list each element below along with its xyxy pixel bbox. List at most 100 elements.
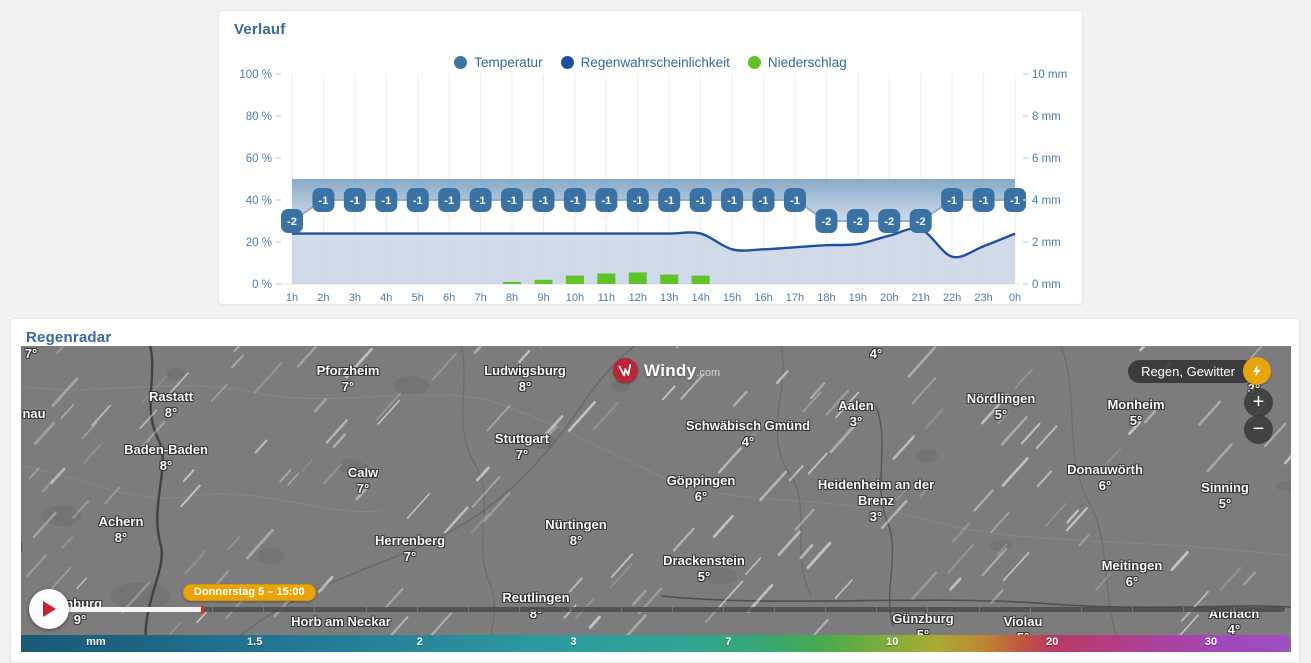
windy-tld-text: .com [696, 366, 721, 379]
city-label: Calw 7° [348, 465, 378, 497]
svg-text:16h: 16h [754, 292, 772, 304]
scale-tick-label: 30 [1204, 636, 1218, 648]
timeline-tick [569, 607, 571, 612]
svg-text:12h: 12h [629, 292, 647, 304]
city-temperature: 7° [24, 346, 38, 361]
city-label: Nürtingen 8° [545, 517, 606, 549]
timeline-timestamp-badge: Donnerstag 5 – 15:00 [183, 584, 316, 601]
svg-text:-1: -1 [413, 195, 423, 207]
timeline-tick [876, 607, 878, 612]
city-label: Sinning 5° [1201, 480, 1249, 512]
svg-text:-2: -2 [884, 216, 894, 228]
city-label: Ludwigsburg 8° [484, 363, 566, 395]
svg-text:14h: 14h [691, 292, 709, 304]
svg-text:10h: 10h [566, 292, 584, 304]
timeline-tick [1131, 607, 1133, 612]
city-label: Baden-Baden 8° [124, 442, 208, 474]
city-name: Drackenstein [663, 553, 745, 568]
windy-logo-icon [613, 358, 638, 383]
scale-tick-label: 10 [886, 636, 899, 648]
svg-text:15h: 15h [723, 292, 741, 304]
city-label: Meitingen 6° [1102, 558, 1163, 590]
city-temperature: 3° [849, 414, 863, 429]
city-label: Monheim 5° [1107, 397, 1164, 429]
city-temperature: 7° [356, 481, 370, 496]
city-temperature: 6° [694, 489, 708, 504]
map-zoom-out-button[interactable]: − [1244, 415, 1273, 444]
svg-text:21h: 21h [912, 292, 930, 304]
radar-timeline[interactable] [59, 605, 1285, 614]
svg-text:-1: -1 [350, 195, 360, 207]
thunderstorm-layer-icon[interactable] [1243, 357, 1271, 385]
city-label: Göppingen 6° [667, 473, 736, 505]
radar-play-button[interactable] [29, 589, 69, 629]
city-name: Nördlingen [966, 391, 1036, 406]
city-name: Monheim [1107, 397, 1165, 412]
svg-text:-1: -1 [539, 195, 549, 207]
city-label: rg [21, 538, 22, 554]
rain-radar-card: Regenradar 7°naurgRastatt8°Pforzheim7°Lu… [10, 318, 1300, 663]
svg-text:-1: -1 [476, 195, 486, 207]
layer-selector-button[interactable]: Regen, Gewitter [1128, 360, 1255, 383]
city-label: Horb am Neckar [291, 614, 391, 630]
city-name: Günzburg [892, 611, 954, 626]
svg-text:-2: -2 [822, 216, 832, 228]
city-label: Aalen 3° [838, 398, 873, 430]
timeline-tick [978, 607, 980, 612]
timeline-tick [1182, 607, 1184, 612]
windy-logo[interactable]: Windy.com [613, 358, 720, 383]
timeline-tick [365, 607, 367, 612]
city-name: rg [21, 538, 22, 554]
city-name: Rastatt [148, 389, 194, 404]
city-label: Achern 8° [99, 514, 144, 546]
svg-text:7h: 7h [474, 292, 486, 304]
city-temperature: 5° [1218, 496, 1232, 511]
svg-text:6h: 6h [443, 292, 455, 304]
city-temperature: 8° [164, 405, 178, 420]
city-temperature: 6° [1098, 478, 1112, 493]
city-name: Reutlingen [502, 590, 570, 605]
scale-tick-label: 2 [416, 636, 423, 648]
city-label: Pforzheim 7° [317, 363, 380, 395]
map-zoom-in-button[interactable]: + [1244, 388, 1273, 417]
svg-text:-1: -1 [696, 195, 706, 207]
timeline-tick [110, 607, 112, 612]
city-temperature: 5° [1129, 413, 1143, 428]
timeline-tick [416, 607, 418, 612]
svg-text:-1: -1 [947, 195, 957, 207]
svg-text:80 %: 80 % [246, 111, 272, 123]
city-name: Meitingen [1101, 558, 1163, 573]
city-name: Achern [98, 514, 144, 529]
city-temperature: 7° [403, 549, 417, 564]
timeline-tick [467, 607, 469, 612]
city-label: Herrenberg 7° [375, 533, 445, 565]
city-temperature: 8° [114, 530, 128, 545]
scale-tick-label: 1.5 [247, 636, 263, 648]
svg-text:4 mm: 4 mm [1032, 195, 1061, 207]
layer-selector-label: Regen, Gewitter [1141, 364, 1235, 379]
city-temperature: 7° [341, 379, 355, 394]
svg-text:22h: 22h [943, 292, 961, 304]
radar-map[interactable]: 7°naurgRastatt8°Pforzheim7°Ludwigsburg8°… [21, 346, 1291, 652]
svg-text:-1: -1 [319, 195, 329, 207]
svg-text:-2: -2 [853, 216, 863, 228]
precipitation-scale: mm 1.5 2 3 7 10 20 30 [21, 635, 1291, 652]
svg-text:4h: 4h [380, 292, 392, 304]
city-label: Drackenstein 5° [663, 553, 745, 585]
svg-text:-2: -2 [916, 216, 926, 228]
city-temperature: 4° [741, 434, 755, 449]
city-label: Donauwörth 6° [1067, 462, 1143, 494]
svg-text:20 %: 20 % [246, 237, 272, 249]
timeline-tick [723, 607, 725, 612]
city-temperature: 6° [1125, 574, 1139, 589]
city-temperature: 8° [569, 533, 583, 548]
svg-text:60 %: 60 % [246, 153, 272, 165]
svg-text:8 mm: 8 mm [1032, 111, 1061, 123]
city-name: Pforzheim [316, 363, 380, 378]
city-name: Göppingen [666, 473, 736, 488]
timeline-progress [59, 607, 203, 612]
svg-text:-1: -1 [633, 195, 643, 207]
scale-tick-label: 20 [1046, 636, 1059, 648]
timeline-handle[interactable] [201, 605, 205, 614]
city-temperature: 8° [159, 458, 173, 473]
